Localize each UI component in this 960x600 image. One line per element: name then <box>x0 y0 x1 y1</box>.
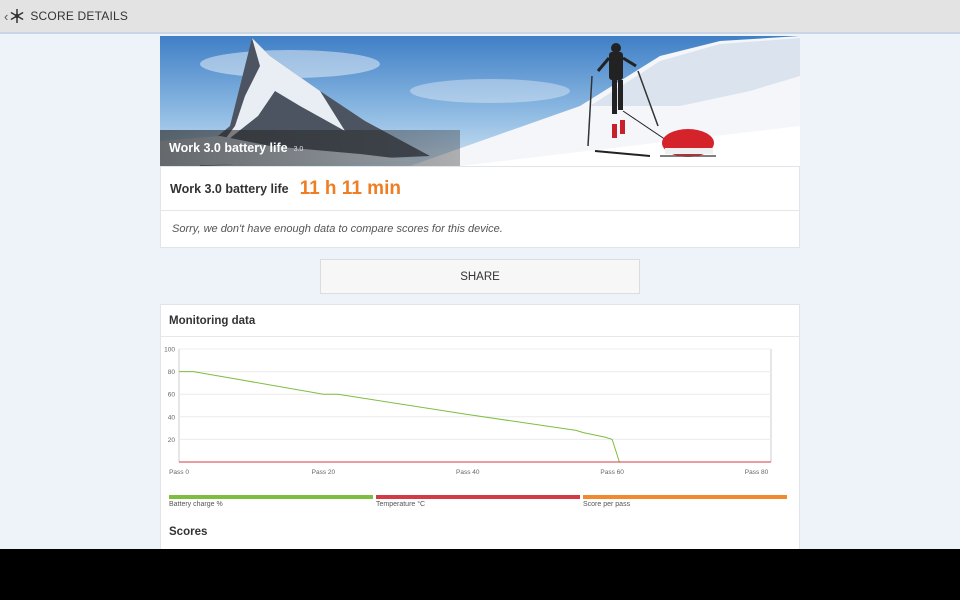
chevron-left-icon: ‹ <box>4 8 9 24</box>
navigation-bar-area <box>0 549 960 600</box>
monitoring-chart: 100 80 60 40 20 Pass 0 Pass 20 Pass 40 Pass 60 Pa… <box>161 337 799 497</box>
x-tick-label: Pass 20 <box>312 469 336 476</box>
score-card: Work 3.0 battery life 11 h 11 min Sorry,… <box>160 166 800 248</box>
hero-title: Work 3.0 battery life <box>169 141 288 155</box>
back-button[interactable]: ‹ SCORE DETAILS <box>4 8 128 24</box>
comparison-note-text: Sorry, we don't have enough data to comp… <box>172 223 503 235</box>
x-tick-label: Pass 60 <box>600 469 624 476</box>
y-tick-label: 40 <box>168 414 176 421</box>
hero-banner: Work 3.0 battery life 3.0 <box>160 36 800 166</box>
title-bar: ‹ SCORE DETAILS <box>0 0 960 34</box>
monitoring-chart-svg: 100 80 60 40 20 Pass 0 Pass 20 Pass 40 Pass 60 Pa… <box>164 347 772 476</box>
y-tick-label: 80 <box>168 369 176 376</box>
page-title: SCORE DETAILS <box>30 9 129 23</box>
monitoring-card: Monitoring data 100 80 60 40 20 Pass 0 Pass 20… <box>160 304 800 564</box>
y-tick-label: 60 <box>168 392 176 399</box>
comparison-note: Sorry, we don't have enough data to comp… <box>161 211 799 247</box>
score-value: 11 h 11 min <box>299 177 401 199</box>
hero-caption: Work 3.0 battery life 3.0 <box>160 130 460 166</box>
y-tick-label: 100 <box>164 347 175 354</box>
score-row: Work 3.0 battery life 11 h 11 min <box>161 167 799 211</box>
x-tick-label: Pass 0 <box>169 469 189 476</box>
score-label: Work 3.0 battery life <box>170 181 289 196</box>
x-tick-label: Pass 80 <box>745 469 769 476</box>
hero-version: 3.0 <box>293 146 304 153</box>
x-tick-label: Pass 40 <box>456 469 480 476</box>
score-details-content: Work 3.0 battery life 3.0 Work 3.0 batte… <box>160 36 800 564</box>
legend-label-battery: Battery charge % <box>169 501 223 508</box>
share-button[interactable]: SHARE <box>320 259 640 294</box>
y-tick-label: 20 <box>168 437 176 444</box>
snowflake-icon <box>9 8 25 24</box>
monitoring-title: Monitoring data <box>161 305 799 337</box>
scores-title: Scores <box>169 526 208 538</box>
legend-label-score: Score per pass <box>583 501 631 508</box>
legend-label-temperature: Temperature °C <box>376 501 426 508</box>
